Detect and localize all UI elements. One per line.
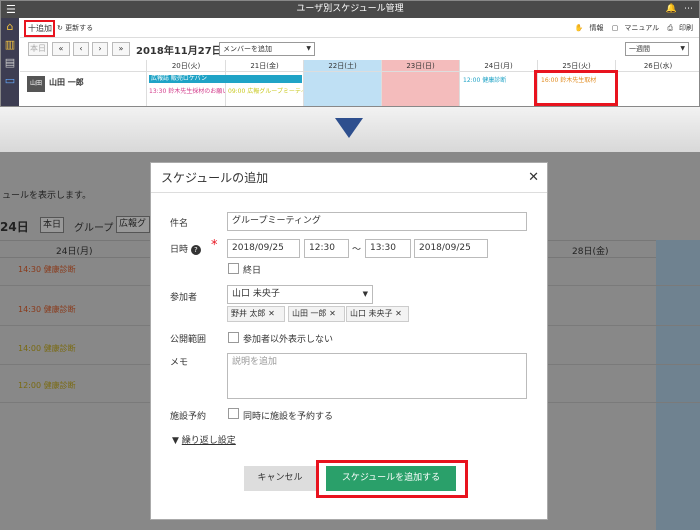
subject-input[interactable]: グループミーティング — [227, 212, 527, 231]
day-header: 20日(火) — [147, 60, 226, 72]
day-header: 21日(金) — [226, 60, 304, 72]
participant-chip: 山口 未央子 ✕ — [346, 306, 409, 322]
bottom-today-button[interactable]: 本日 — [40, 217, 64, 233]
facility-checkbox[interactable] — [228, 408, 239, 419]
memo-textarea[interactable]: 説明を追加 — [227, 353, 527, 399]
end-date-input[interactable]: 2018/09/25 — [414, 239, 488, 258]
subject-label: 件名 — [170, 219, 189, 229]
visibility-label: 公開範囲 — [170, 335, 207, 345]
user-name: 山田 一郎 — [49, 78, 84, 87]
menu-icon[interactable]: ☰ — [6, 1, 16, 18]
current-date: 2018年11月27日 — [136, 46, 222, 57]
bottom-event[interactable]: 12:00 健康診断 — [18, 380, 76, 391]
day-cell[interactable] — [616, 72, 699, 106]
today-button[interactable]: 本日 — [28, 42, 48, 56]
dialog-title: スケジュールの追加 — [161, 171, 269, 185]
event-item[interactable]: 16:00 鈴木先生取材 — [541, 75, 615, 84]
app-title: ユーザ別スケジュール管理 — [296, 4, 404, 14]
bottom-date: 24日 — [0, 220, 29, 234]
event-bar[interactable]: 広報誌 販売ロケバン — [149, 75, 302, 83]
sidebar: ⌂ ▥ ▤ ▭ — [1, 18, 19, 106]
group-select[interactable]: 広報グ — [116, 216, 150, 233]
group-label: グループ — [74, 223, 114, 234]
grid-corner — [20, 60, 147, 72]
remove-icon[interactable]: ✕ — [329, 309, 336, 318]
title-bar: ☰ ユーザ別スケジュール管理 🔔 ⋯ — [1, 1, 699, 18]
building-icon[interactable]: ▥ — [1, 36, 19, 54]
add-schedule-button[interactable]: スケジュールを追加する — [326, 466, 456, 491]
repeat-link[interactable]: ▼ 繰り返し設定 — [172, 433, 236, 446]
info-link[interactable]: ✋ 情報 — [575, 24, 604, 32]
participants-label: 参加者 — [170, 293, 198, 303]
close-icon[interactable]: ✕ — [528, 163, 539, 193]
day-header: 22日(土) — [304, 60, 382, 72]
toolbar: 十追加 ↻ 更新する ✋ 情報 ▢ マニュアル ⎙ 印刷 — [20, 18, 699, 38]
start-time-input[interactable]: 12:30 — [304, 239, 349, 258]
end-time-input[interactable]: 13:30 — [365, 239, 411, 258]
refresh-button[interactable]: ↻ 更新する — [57, 23, 93, 33]
prev-week-icon[interactable]: « — [52, 42, 70, 56]
day-header: 26日(水) — [616, 60, 699, 72]
participant-chip: 山田 一郎 ✕ — [288, 306, 345, 322]
top-screen: ☰ ユーザ別スケジュール管理 🔔 ⋯ ⌂ ▥ ▤ ▭ 十追加 ↻ 更新する ✋ 情… — [0, 0, 700, 107]
bottom-col-header: 28日(金) — [572, 247, 609, 257]
event-item[interactable]: 09:00 広報グループミーティ — [228, 86, 303, 95]
print-link[interactable]: ⎙ 印刷 — [667, 24, 693, 32]
next-week-icon[interactable]: » — [112, 42, 130, 56]
allday-label: 終日 — [243, 266, 262, 276]
bottom-event[interactable]: 14:30 健康診断 — [18, 304, 76, 315]
allday-checkbox[interactable] — [228, 263, 239, 274]
visibility-checkbox[interactable] — [228, 332, 239, 343]
home-icon[interactable]: ⌂ — [1, 18, 19, 36]
datetime-label: 日時 ? — [170, 242, 201, 255]
bottom-col-header: 24日(月) — [56, 247, 93, 257]
description-text: ュールを表示します。 — [2, 191, 92, 201]
add-button[interactable]: 十追加 — [24, 20, 55, 37]
bell-icon[interactable]: 🔔 — [666, 1, 677, 18]
participant-chip: 野井 太郎 ✕ — [227, 306, 285, 322]
today-column — [656, 240, 700, 530]
day-cell[interactable] — [304, 72, 382, 106]
chat-icon[interactable]: ▭ — [1, 72, 19, 90]
more-icon[interactable]: ⋯ — [684, 1, 693, 18]
remove-icon[interactable]: ✕ — [268, 309, 275, 318]
facility-option-label: 同時に施設を予約する — [243, 412, 334, 422]
tilde: 〜 — [352, 245, 362, 255]
dialog-header: スケジュールの追加 ✕ — [151, 163, 547, 193]
memo-label: メモ — [170, 358, 189, 368]
day-header: 24日(月) — [460, 60, 538, 72]
cancel-button[interactable]: キャンセル — [244, 466, 316, 491]
start-date-input[interactable]: 2018/09/25 — [227, 239, 300, 258]
manual-link[interactable]: ▢ マニュアル — [612, 24, 659, 32]
next-day-icon[interactable]: › — [92, 42, 108, 56]
required-mark-icon: * — [211, 238, 218, 253]
range-select[interactable]: 一週間 ▼ — [625, 42, 689, 56]
member-select[interactable]: メンバーを追加 ▼ — [219, 42, 315, 56]
bottom-event[interactable]: 14:00 健康診断 — [18, 343, 76, 354]
visibility-option-label: 参加者以外表示しない — [243, 335, 334, 345]
user-cell: 山田 山田 一郎 — [20, 72, 147, 106]
nav-toolbar: 本日 « ‹ › » 2018年11月27日 メンバーを追加 ▼ 一週間 ▼ — [20, 39, 699, 59]
help-icon[interactable]: ? — [190, 245, 201, 255]
prev-day-icon[interactable]: ‹ — [73, 42, 89, 56]
facility-label: 施設予約 — [170, 412, 207, 422]
remove-icon[interactable]: ✕ — [395, 309, 402, 318]
participant-select[interactable]: 山口 未央子 ▼ — [227, 285, 373, 304]
arrow-down-icon — [335, 118, 363, 138]
bottom-event[interactable]: 14:30 健康診断 — [18, 264, 76, 275]
event-item[interactable]: 13:30 鈴木先生採材のお願い — [149, 86, 225, 95]
book-icon[interactable]: ▤ — [1, 54, 19, 72]
day-cell[interactable] — [382, 72, 460, 106]
day-header: 23日(日) — [382, 60, 460, 72]
event-item[interactable]: 12:00 健康診断 — [463, 75, 537, 84]
dropdown-arrow-icon: ▼ — [362, 290, 368, 298]
avatar: 山田 — [27, 76, 45, 92]
